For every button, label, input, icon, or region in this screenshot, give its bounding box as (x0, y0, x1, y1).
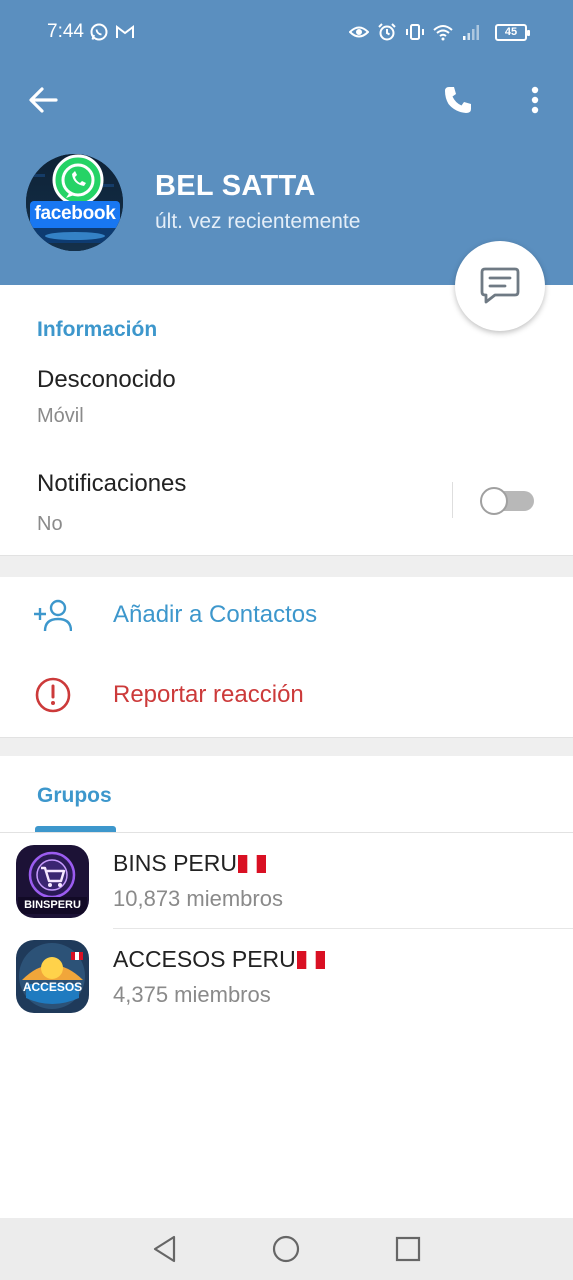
notifications-toggle[interactable] (480, 487, 536, 515)
status-bar: 7:44 45 (0, 0, 573, 64)
signal-icon (463, 25, 479, 40)
system-nav-bar (0, 1218, 573, 1280)
toggle-divider (452, 482, 453, 518)
group-avatar: ACCESOS (16, 940, 89, 1013)
peru-flag-icon (237, 855, 266, 873)
notifications-label: Notificaciones (37, 470, 187, 497)
last-seen-status: últ. vez recientemente (155, 210, 361, 233)
group-members: 10,873 miembros (113, 886, 283, 911)
notifications-value: No (37, 513, 63, 535)
nav-home-icon[interactable] (271, 1234, 301, 1264)
more-menu-button[interactable] (522, 82, 548, 118)
group-members: 4,375 miembros (113, 982, 271, 1007)
nav-recents-icon[interactable] (393, 1234, 423, 1264)
group-name: BINS PERU (113, 850, 266, 877)
battery-icon: 45 (495, 24, 530, 41)
group-name: ACCESOS PERU (113, 946, 325, 973)
section-separator-2 (0, 737, 573, 756)
phone-label: Móvil (37, 405, 84, 427)
tab-groups[interactable]: Grupos (37, 784, 112, 808)
message-icon (480, 267, 520, 304)
avatar-brand-text: facebook (34, 203, 116, 224)
group-item-bins-peru[interactable]: BINSPERU BINS PERU 10,873 miembros (0, 833, 573, 929)
group-avatar: BINSPERU (16, 845, 89, 918)
info-section-title: Información (37, 318, 158, 341)
toggle-knob (480, 487, 508, 515)
whatsapp-icon (90, 23, 108, 41)
group-avatar-text: ACCESOS (22, 980, 83, 994)
group-avatar-text: BINSPERU (24, 899, 81, 911)
add-user-icon (34, 599, 72, 632)
back-button[interactable] (26, 84, 62, 116)
add-to-contacts-label: Añadir a Contactos (113, 601, 318, 628)
nav-back-icon[interactable] (150, 1234, 180, 1264)
gmail-icon (116, 25, 134, 38)
profile-name: BEL SATTA (155, 170, 316, 202)
section-separator (0, 555, 573, 577)
peru-flag-icon (296, 951, 325, 969)
phone-value: Desconocido (37, 366, 176, 393)
wifi-icon (433, 25, 453, 41)
vibrate-icon (406, 24, 424, 40)
report-reaction-row[interactable]: Reportar reacción (0, 656, 573, 734)
send-message-button[interactable] (455, 241, 545, 331)
eye-icon (349, 26, 369, 38)
alarm-icon (378, 23, 396, 41)
add-to-contacts-row[interactable]: Añadir a Contactos (0, 578, 573, 656)
group-item-accesos-peru[interactable]: ACCESOS ACCESOS PERU 4,375 miembros (0, 929, 573, 1025)
status-time: 7:44 (47, 21, 84, 42)
call-button[interactable] (440, 82, 476, 118)
alert-circle-icon (35, 677, 71, 713)
profile-avatar[interactable]: facebook (26, 154, 123, 251)
report-reaction-label: Reportar reacción (113, 681, 304, 708)
